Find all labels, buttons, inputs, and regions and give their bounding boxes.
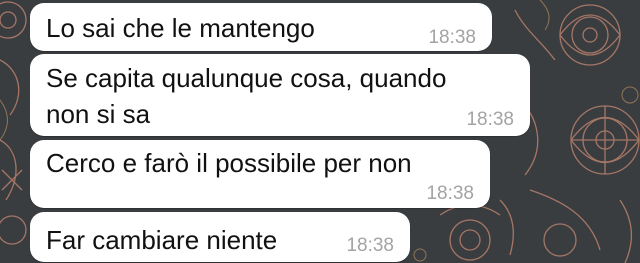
message-timestamp: 18:38	[428, 27, 476, 48]
chat-view: Lo sai che le mantengo 18:38 Se capita q…	[0, 0, 640, 263]
message-text: Se capita qualunque cosa, quando non si …	[46, 63, 447, 129]
message-timestamp: 18:38	[426, 183, 474, 204]
message-text: Far cambiare niente	[46, 225, 278, 255]
message-timestamp: 18:38	[466, 109, 514, 130]
message-text: Lo sai che le mantengo	[46, 13, 315, 43]
message-timestamp: 18:38	[346, 235, 394, 256]
message-bubble[interactable]: Se capita qualunque cosa, quando non si …	[30, 54, 530, 136]
message-bubble[interactable]: Far cambiare niente 18:38	[30, 212, 410, 262]
message-text: Cerco e farò il possibile per non	[46, 148, 412, 178]
message-bubble[interactable]: Lo sai che le mantengo 18:38	[30, 3, 492, 51]
message-bubble[interactable]: Cerco e farò il possibile per non 18:38	[30, 140, 490, 208]
